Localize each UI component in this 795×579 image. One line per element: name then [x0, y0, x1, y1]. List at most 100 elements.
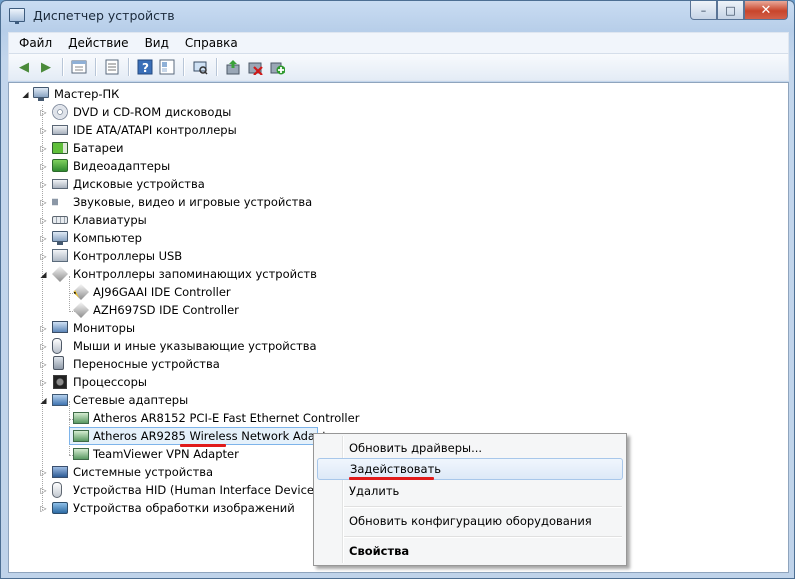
expand-arrow-icon[interactable]: ▷ [39, 355, 48, 373]
expand-arrow-icon[interactable]: ▷ [39, 337, 48, 355]
tree-item-processors[interactable]: ▷ Процессоры [9, 373, 309, 391]
expand-arrow-icon[interactable]: ▷ [39, 139, 48, 157]
warning-icon [73, 290, 80, 300]
tree-item-keyboards[interactable]: ▷ Клавиатуры [9, 211, 309, 229]
tree-item-teamviewer[interactable]: TeamViewer VPN Adapter [9, 445, 309, 463]
tree-item-label: Видеоадаптеры [73, 159, 171, 173]
tree-item-label: Звуковые, видео и игровые устройства [73, 195, 313, 209]
expand-arrow-icon[interactable]: ▷ [39, 499, 48, 517]
tree-item-label: Переносные устройства [73, 357, 220, 371]
tree-item-label: IDE ATA/ATAPI контроллеры [73, 123, 237, 137]
computer-icon [52, 231, 68, 245]
tree-item-storage[interactable]: ◢ Контроллеры запоминающих устройств [9, 265, 329, 283]
menu-file[interactable]: Файл [9, 36, 58, 50]
tree-item-hid[interactable]: ▷ Устройства HID (Human Interface Device… [9, 481, 329, 499]
menu-action[interactable]: Действие [58, 36, 134, 50]
tree-item-usb[interactable]: ▷ Контроллеры USB [9, 247, 309, 265]
storage-controller-icon [52, 266, 68, 282]
storage-controller-icon [73, 302, 89, 318]
imaging-device-icon [52, 502, 68, 514]
scan-hardware-icon[interactable] [191, 58, 209, 76]
forward-icon[interactable]: ▶ [37, 58, 55, 76]
menu-help[interactable]: Справка [175, 36, 244, 50]
tree-item-label: Устройства HID (Human Interface Devices) [73, 483, 325, 497]
menu-item-update-drivers[interactable]: Обновить драйверы... [317, 437, 623, 459]
menu-item-delete[interactable]: Удалить [317, 480, 623, 502]
tree-item-label: Контроллеры запоминающих устройств [73, 267, 317, 281]
up-level-icon[interactable] [70, 58, 88, 76]
tree-item-aj96[interactable]: AJ96GAAI IDE Controller [9, 283, 309, 301]
minimize-button[interactable]: – [690, 1, 717, 20]
tree-item-ar8152[interactable]: Atheros AR8152 PCI-E Fast Ethernet Contr… [9, 409, 359, 427]
tree-item-system[interactable]: ▷ Системные устройства [9, 463, 309, 481]
menu-bar: Файл Действие Вид Справка [8, 32, 789, 53]
expand-arrow-icon[interactable]: ▷ [39, 373, 48, 391]
expand-arrow-icon[interactable]: ▷ [39, 481, 48, 499]
toolbar: ◀ ▶ ? [8, 53, 789, 81]
tree-item-computer[interactable]: ▷ Компьютер [9, 229, 309, 247]
expand-arrow-icon[interactable]: ▷ [39, 247, 48, 265]
collapse-arrow-icon[interactable]: ◢ [39, 265, 48, 283]
tree-item-ide[interactable]: ▷ IDE ATA/ATAPI контроллеры [9, 121, 309, 139]
collapse-arrow-icon[interactable]: ◢ [21, 85, 30, 103]
expand-arrow-icon[interactable]: ▷ [39, 229, 48, 247]
tree-item-disks[interactable]: ▷ Дисковые устройства [9, 175, 309, 193]
tree-item-label: Процессоры [73, 375, 147, 389]
tree-item-label: Компьютер [73, 231, 142, 245]
back-icon[interactable]: ◀ [15, 58, 33, 76]
battery-icon [52, 142, 68, 154]
menu-view[interactable]: Вид [135, 36, 175, 50]
menu-item-scan-hardware[interactable]: Обновить конфигурацию оборудования [317, 510, 623, 532]
update-driver-icon[interactable] [224, 58, 242, 76]
svg-text:?: ? [142, 61, 149, 75]
mouse-icon [52, 338, 62, 354]
storage-controller-icon [73, 284, 89, 300]
maximize-button[interactable]: □ [717, 1, 744, 20]
processor-icon [53, 375, 67, 389]
tree-item-label: TeamViewer VPN Adapter [93, 447, 239, 461]
enable-device-icon[interactable] [268, 58, 286, 76]
view-toggle-icon[interactable] [158, 58, 176, 76]
properties-icon[interactable] [103, 58, 121, 76]
tree-item-batteries[interactable]: ▷ Батареи [9, 139, 309, 157]
toolbar-separator [95, 58, 96, 76]
tree-item-monitors[interactable]: ▷ Мониторы [9, 319, 309, 337]
collapse-arrow-icon[interactable]: ◢ [39, 391, 48, 409]
expand-arrow-icon[interactable]: ▷ [39, 175, 48, 193]
tree-item-azh697[interactable]: AZH697SD IDE Controller [9, 301, 309, 319]
expand-arrow-icon[interactable]: ▷ [39, 463, 48, 481]
tree-item-label: AJ96GAAI IDE Controller [93, 285, 231, 299]
device-manager-icon [9, 8, 25, 24]
tree-item-video[interactable]: ▷ Видеоадаптеры [9, 157, 309, 175]
menu-item-properties[interactable]: Свойства [317, 540, 623, 562]
system-device-icon [52, 466, 68, 478]
tree-item-label: Atheros AR9285 Wireless Network Adapter [93, 429, 339, 443]
menu-separator [344, 506, 622, 507]
tree-item-mice[interactable]: ▷ Мыши и иные указывающие устройства [9, 337, 329, 355]
speaker-icon [52, 194, 65, 210]
tree-item-label: Системные устройства [73, 465, 214, 479]
tree-item-label: Контроллеры USB [73, 249, 183, 263]
tree-item-label: DVD и CD-ROM дисководы [73, 105, 232, 119]
tree-root[interactable]: ◢ Мастер-ПК [9, 85, 309, 103]
tree-item-dvd[interactable]: ▷ DVD и CD-ROM дисководы [9, 103, 309, 121]
tree-item-network[interactable]: ◢ Сетевые адаптеры [9, 391, 309, 409]
expand-arrow-icon[interactable]: ▷ [39, 121, 48, 139]
network-adapter-icon [52, 394, 68, 406]
tree-item-sound[interactable]: ▷ Звуковые, видео и игровые устройства [9, 193, 329, 211]
close-button[interactable]: ✕ [744, 1, 788, 20]
disk-drive-icon [52, 179, 68, 189]
expand-arrow-icon[interactable]: ▷ [39, 103, 48, 121]
tree-item-imaging[interactable]: ▷ Устройства обработки изображений [9, 499, 329, 517]
network-adapter-icon [73, 412, 89, 424]
expand-arrow-icon[interactable]: ▷ [39, 157, 48, 175]
expand-arrow-icon[interactable]: ▷ [39, 193, 48, 211]
tree-item-label: Батареи [73, 141, 124, 155]
expand-arrow-icon[interactable]: ▷ [39, 319, 48, 337]
uninstall-icon[interactable] [246, 58, 264, 76]
tree-item-ar9285[interactable]: Atheros AR9285 Wireless Network Adapter [9, 427, 339, 445]
tree-item-portable[interactable]: ▷ Переносные устройства [9, 355, 309, 373]
title-bar[interactable]: Диспетчер устройств – □ ✕ [1, 1, 794, 31]
expand-arrow-icon[interactable]: ▷ [39, 211, 48, 229]
help-icon[interactable]: ? [136, 58, 154, 76]
